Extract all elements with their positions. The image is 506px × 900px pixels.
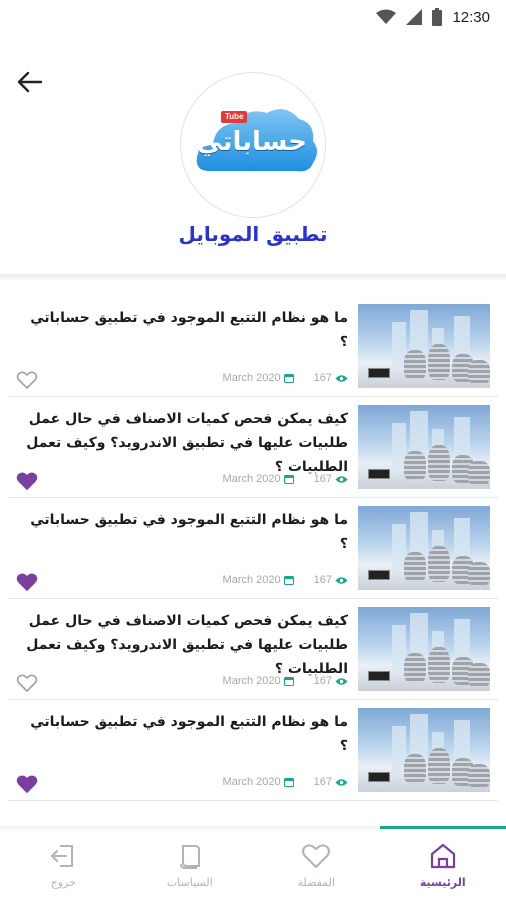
header-divider	[0, 274, 506, 280]
heart-outline-icon[interactable]	[16, 370, 38, 390]
heart-filled-icon[interactable]	[16, 774, 38, 794]
status-bar: 12:30	[0, 0, 506, 34]
article-views-wrap: 167	[314, 473, 348, 485]
nav-item-policies[interactable]: السياسات	[127, 830, 254, 900]
article-thumbnail[interactable]	[358, 506, 490, 590]
article-thumbnail[interactable]	[358, 304, 490, 388]
articles-list: ما هو نظام التتبع الموجود في تطبيق حسابا…	[0, 296, 506, 801]
article-date-wrap: March 2020	[223, 372, 294, 384]
nav-label-policies: السياسات	[166, 875, 213, 889]
article-views-wrap: 167	[314, 776, 348, 788]
article-date-wrap: March 2020	[223, 776, 294, 788]
nav-item-logout[interactable]: خروج	[0, 830, 127, 900]
article-list-item[interactable]: كيف يمكن فحص كميات الاصناف في حال عمل طل…	[8, 599, 498, 700]
logo-badge: Tube	[225, 112, 244, 121]
home-icon	[430, 843, 455, 868]
battery-icon	[432, 8, 443, 26]
article-meta: March 2020 167	[223, 473, 348, 485]
calendar-icon	[283, 677, 294, 686]
article-meta: March 2020 167	[223, 372, 348, 384]
article-thumbnail[interactable]	[358, 708, 490, 792]
article-meta: March 2020 167	[223, 675, 348, 687]
article-date-wrap: March 2020	[223, 675, 294, 687]
article-list-item[interactable]: كيف يمكن فحص كميات الاصناف في حال عمل طل…	[8, 397, 498, 498]
article-meta: March 2020 167	[223, 574, 348, 586]
arrow-left-icon	[17, 71, 43, 93]
article-list-item[interactable]: ما هو نظام التتبع الموجود في تطبيق حسابا…	[8, 296, 498, 397]
eye-icon	[335, 677, 348, 685]
article-title[interactable]: ما هو نظام التتبع الموجود في تطبيق حسابا…	[18, 710, 348, 758]
wifi-icon	[376, 9, 397, 24]
article-date: March 2020	[222, 372, 281, 384]
status-time: 12:30	[452, 8, 490, 26]
nav-label-logout: خروج	[50, 875, 76, 889]
article-views-wrap: 167	[314, 372, 348, 384]
app-logo: Tube حساباتي	[180, 72, 326, 218]
back-button[interactable]	[12, 66, 48, 98]
article-date: March 2020	[222, 675, 281, 687]
article-date: March 2020	[222, 574, 281, 586]
article-views: 167	[313, 574, 332, 586]
heart-icon	[302, 843, 331, 868]
article-date: March 2020	[222, 776, 281, 788]
article-title[interactable]: ما هو نظام التتبع الموجود في تطبيق حسابا…	[18, 306, 348, 354]
heart-outline-icon[interactable]	[16, 673, 38, 693]
article-views: 167	[313, 776, 332, 788]
document-icon	[179, 844, 200, 869]
article-date-wrap: March 2020	[223, 574, 294, 586]
article-title[interactable]: ما هو نظام التتبع الموجود في تطبيق حسابا…	[18, 508, 348, 556]
calendar-icon	[283, 576, 294, 585]
calendar-icon	[283, 374, 294, 383]
bottom-navigation: الرئيسية المفضلة السياسات خروج	[0, 826, 506, 900]
calendar-icon	[283, 778, 294, 787]
calendar-icon	[283, 475, 294, 484]
article-views: 167	[313, 372, 332, 384]
article-title[interactable]: كيف يمكن فحص كميات الاصناف في حال عمل طل…	[18, 609, 348, 681]
nav-item-home[interactable]: الرئيسية	[379, 826, 506, 900]
nav-label-favorites: المفضلة	[297, 875, 335, 889]
signal-icon	[406, 9, 423, 25]
article-date: March 2020	[222, 473, 281, 485]
article-views: 167	[313, 675, 332, 687]
heart-filled-icon[interactable]	[16, 471, 38, 491]
nav-item-favorites[interactable]: المفضلة	[253, 830, 380, 900]
eye-icon	[335, 374, 348, 382]
article-meta: March 2020 167	[223, 776, 348, 788]
article-views-wrap: 167	[314, 675, 348, 687]
article-list-item[interactable]: ما هو نظام التتبع الموجود في تطبيق حسابا…	[8, 700, 498, 801]
article-views-wrap: 167	[314, 574, 348, 586]
article-list-item[interactable]: ما هو نظام التتبع الموجود في تطبيق حسابا…	[8, 498, 498, 599]
article-views: 167	[313, 473, 332, 485]
nav-label-home: الرئيسية	[419, 875, 466, 889]
article-thumbnail[interactable]	[358, 405, 490, 489]
eye-icon	[335, 778, 348, 786]
article-date-wrap: March 2020	[223, 473, 294, 485]
article-title[interactable]: كيف يمكن فحص كميات الاصناف في حال عمل طل…	[18, 407, 348, 479]
logout-icon	[51, 844, 74, 867]
page-title: تطبيق الموبايل	[178, 222, 328, 246]
eye-icon	[335, 576, 348, 584]
eye-icon	[335, 475, 348, 483]
heart-filled-icon[interactable]	[16, 572, 38, 592]
logo-text: حساباتي	[196, 127, 307, 157]
article-thumbnail[interactable]	[358, 607, 490, 691]
